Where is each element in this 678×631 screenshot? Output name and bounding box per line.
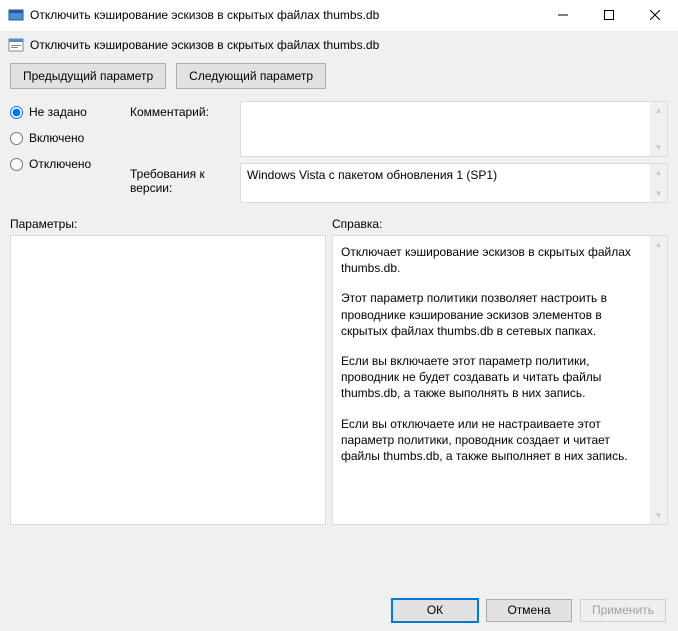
radio-disabled-label: Отключено	[29, 157, 91, 171]
parameters-panel	[10, 235, 326, 525]
nav-row: Предыдущий параметр Следующий параметр	[0, 61, 678, 101]
app-icon	[8, 7, 24, 23]
scroll-down-icon[interactable]: ▾	[650, 185, 667, 202]
help-panel: Отключает кэширование эскизов в скрытых …	[332, 235, 668, 525]
policy-title: Отключить кэширование эскизов в скрытых …	[30, 38, 379, 52]
client-area: Отключить кэширование эскизов в скрытых …	[0, 31, 678, 631]
policy-header: Отключить кэширование эскизов в скрытых …	[0, 31, 678, 61]
requirement-field: Windows Vista с пакетом обновления 1 (SP…	[240, 163, 668, 203]
scroll-up-icon[interactable]: ▴	[650, 102, 667, 119]
radio-not-configured[interactable]: Не задано	[10, 105, 130, 119]
apply-button[interactable]: Применить	[580, 599, 666, 622]
info-column: Комментарий: ▴ ▾ Требования к версии: Wi…	[130, 101, 668, 203]
scroll-up-icon[interactable]: ▴	[650, 164, 667, 181]
scroll-down-icon[interactable]: ▾	[650, 139, 667, 156]
close-button[interactable]	[632, 0, 678, 30]
scroll-up-icon[interactable]: ▴	[650, 236, 667, 253]
cancel-button[interactable]: Отмена	[486, 599, 572, 622]
lower-labels: Параметры: Справка:	[0, 203, 678, 235]
requirement-scrollbar[interactable]: ▴ ▾	[650, 164, 667, 202]
parameters-label: Параметры:	[10, 217, 332, 231]
middle-section: Не задано Включено Отключено Комментарий…	[0, 101, 678, 203]
minimize-button[interactable]	[540, 0, 586, 30]
window-title: Отключить кэширование эскизов в скрытых …	[30, 8, 540, 22]
comment-label: Комментарий:	[130, 101, 234, 119]
previous-setting-button[interactable]: Предыдущий параметр	[10, 63, 166, 89]
lower-panels: Отключает кэширование эскизов в скрытых …	[0, 235, 678, 525]
scroll-down-icon[interactable]: ▾	[650, 507, 667, 524]
next-setting-button[interactable]: Следующий параметр	[176, 63, 326, 89]
radio-enabled-input[interactable]	[10, 132, 23, 145]
radio-disabled[interactable]: Отключено	[10, 157, 130, 171]
help-paragraph: Этот параметр политики позволяет настрои…	[341, 290, 645, 339]
dialog-buttons: ОК Отмена Применить	[0, 588, 678, 631]
comment-field[interactable]: ▴ ▾	[240, 101, 668, 157]
policy-icon	[8, 37, 24, 53]
radio-enabled-label: Включено	[29, 131, 84, 145]
comment-row: Комментарий: ▴ ▾	[130, 101, 668, 157]
ok-button[interactable]: ОК	[392, 599, 478, 622]
radio-not-configured-label: Не задано	[29, 105, 87, 119]
titlebar: Отключить кэширование эскизов в скрытых …	[0, 0, 678, 31]
help-paragraph: Если вы отключаете или не настраиваете э…	[341, 416, 645, 465]
window-controls	[540, 0, 678, 30]
requirement-row: Требования к версии: Windows Vista с пак…	[130, 163, 668, 203]
requirement-value: Windows Vista с пакетом обновления 1 (SP…	[247, 168, 497, 182]
state-radios: Не задано Включено Отключено	[10, 101, 130, 203]
maximize-button[interactable]	[586, 0, 632, 30]
requirement-label: Требования к версии:	[130, 163, 234, 195]
help-paragraph: Отключает кэширование эскизов в скрытых …	[341, 244, 645, 276]
help-paragraph: Если вы включаете этот параметр политики…	[341, 353, 645, 402]
radio-not-configured-input[interactable]	[10, 106, 23, 119]
help-label: Справка:	[332, 217, 382, 231]
comment-scrollbar[interactable]: ▴ ▾	[650, 102, 667, 156]
radio-disabled-input[interactable]	[10, 158, 23, 171]
radio-enabled[interactable]: Включено	[10, 131, 130, 145]
help-scrollbar[interactable]: ▴ ▾	[650, 236, 667, 524]
